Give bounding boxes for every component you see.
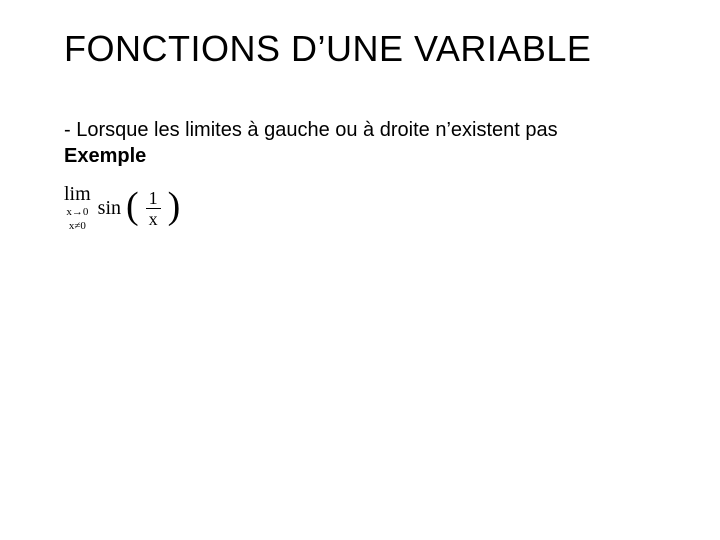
- fraction: 1 x: [146, 189, 161, 228]
- slide: FONCTIONS D’UNE VARIABLE - Lorsque les l…: [0, 0, 720, 540]
- example-label: Exemple: [64, 144, 146, 168]
- limit-operator: lim x→0 x≠0: [64, 184, 91, 232]
- limit-sub-1: x→0: [64, 206, 91, 218]
- limit-sub-2: x≠0: [64, 220, 91, 232]
- limit-word: lim: [64, 184, 91, 204]
- sin-function: sin: [98, 197, 121, 220]
- body-text-line1: - Lorsque les limites à gauche ou à droi…: [64, 118, 558, 142]
- limit-formula: lim x→0 x≠0 sin ( 1 x ): [64, 184, 180, 232]
- left-paren: (: [126, 187, 139, 225]
- slide-title: FONCTIONS D’UNE VARIABLE: [64, 28, 591, 70]
- fraction-denominator: x: [146, 209, 161, 228]
- fraction-numerator: 1: [146, 189, 161, 209]
- right-paren: ): [168, 187, 181, 225]
